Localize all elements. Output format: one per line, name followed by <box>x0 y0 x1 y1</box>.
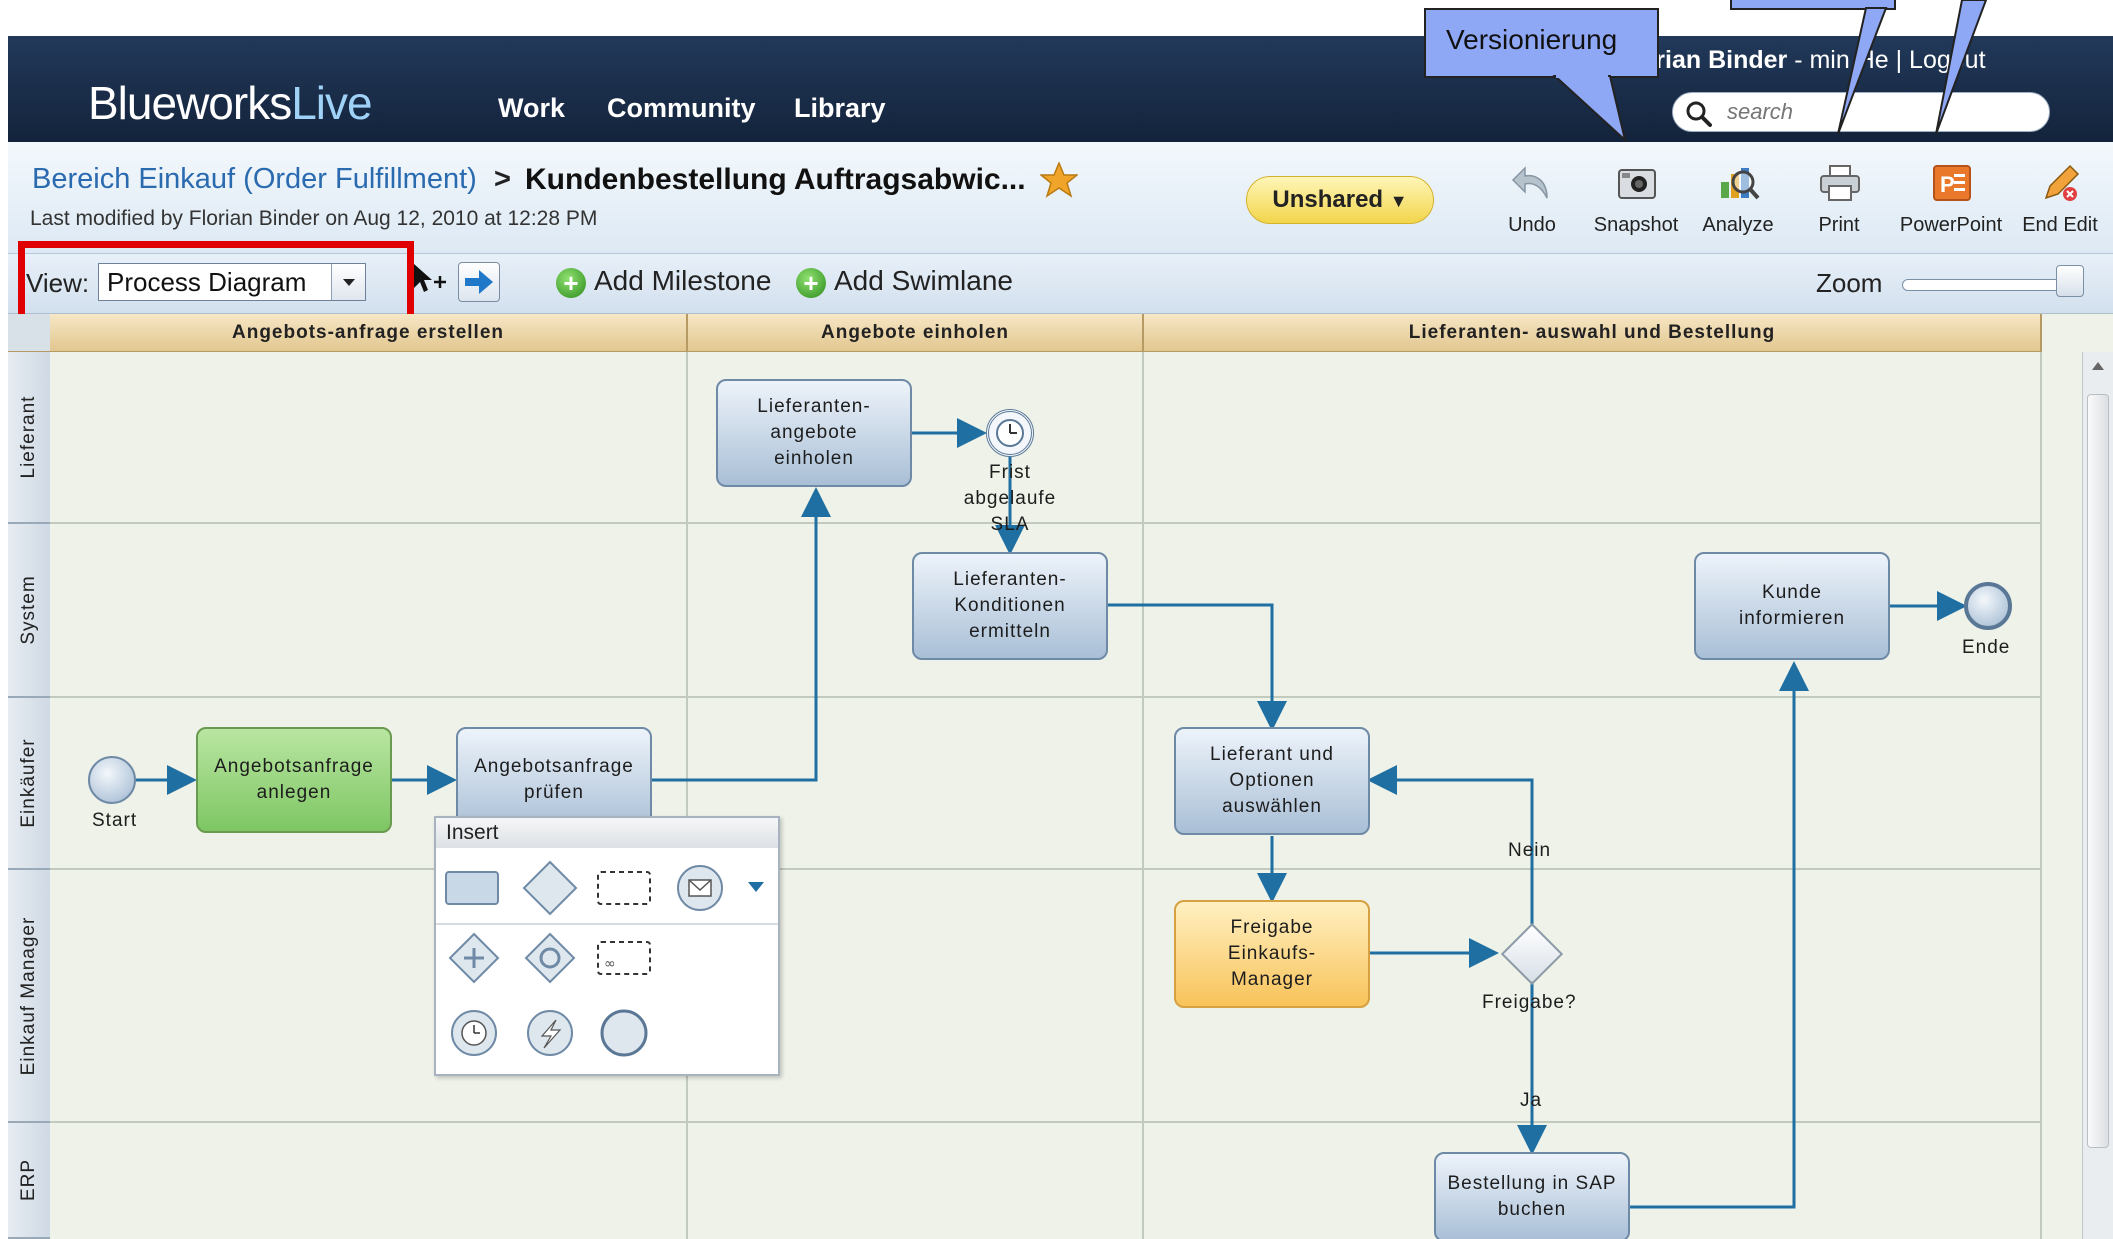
insert-palette-title: Insert <box>436 818 778 848</box>
gateway-label: Freigabe? <box>1482 992 1577 1013</box>
task-freigabe-einkaufsmanager[interactable]: Freigabe Einkaufs- Manager <box>1174 900 1370 1008</box>
group-shape-icon[interactable] <box>597 871 651 905</box>
task-lieferantenangebote-einholen[interactable]: Lieferanten- angebote einholen <box>716 379 912 487</box>
chevron-down-icon[interactable] <box>748 882 764 892</box>
insert-palette-shapes: ∞ <box>436 860 778 1057</box>
start-label: Start <box>92 810 138 831</box>
scrollbar-thumb[interactable] <box>2087 394 2109 1148</box>
gateway-shape-icon[interactable] <box>522 860 578 916</box>
nein-label: Nein <box>1508 840 1552 861</box>
start-event[interactable] <box>88 756 136 804</box>
timer-label: Frist abgelaufe SLA <box>963 462 1057 535</box>
clock-icon <box>996 419 1024 447</box>
task-kunde-informieren[interactable]: Kunde informieren <box>1694 552 1890 660</box>
ja-label: Ja <box>1520 1090 1543 1111</box>
scroll-up-icon[interactable] <box>2088 356 2108 376</box>
task-lieferantenkonditionen-ermitteln[interactable]: Lieferanten- Konditionen ermitteln <box>912 552 1108 660</box>
svg-text:∞: ∞ <box>604 956 616 972</box>
inclusive-gateway-icon[interactable] <box>524 932 576 984</box>
end-event[interactable] <box>1964 582 2012 630</box>
task-lieferant-optionen-auswaehlen[interactable]: Lieferant und Optionen auswählen <box>1174 727 1370 835</box>
task-bestellung-sap-buchen[interactable]: Bestellung in SAP buchen <box>1434 1152 1630 1239</box>
task-angebotsanfrage-anlegen[interactable]: Angebotsanfrage anlegen <box>196 727 392 833</box>
task-shape-icon[interactable] <box>445 871 499 905</box>
end-event-icon[interactable] <box>600 1009 648 1057</box>
timer-event[interactable] <box>986 409 1034 457</box>
end-label: Ende <box>1962 637 2011 658</box>
